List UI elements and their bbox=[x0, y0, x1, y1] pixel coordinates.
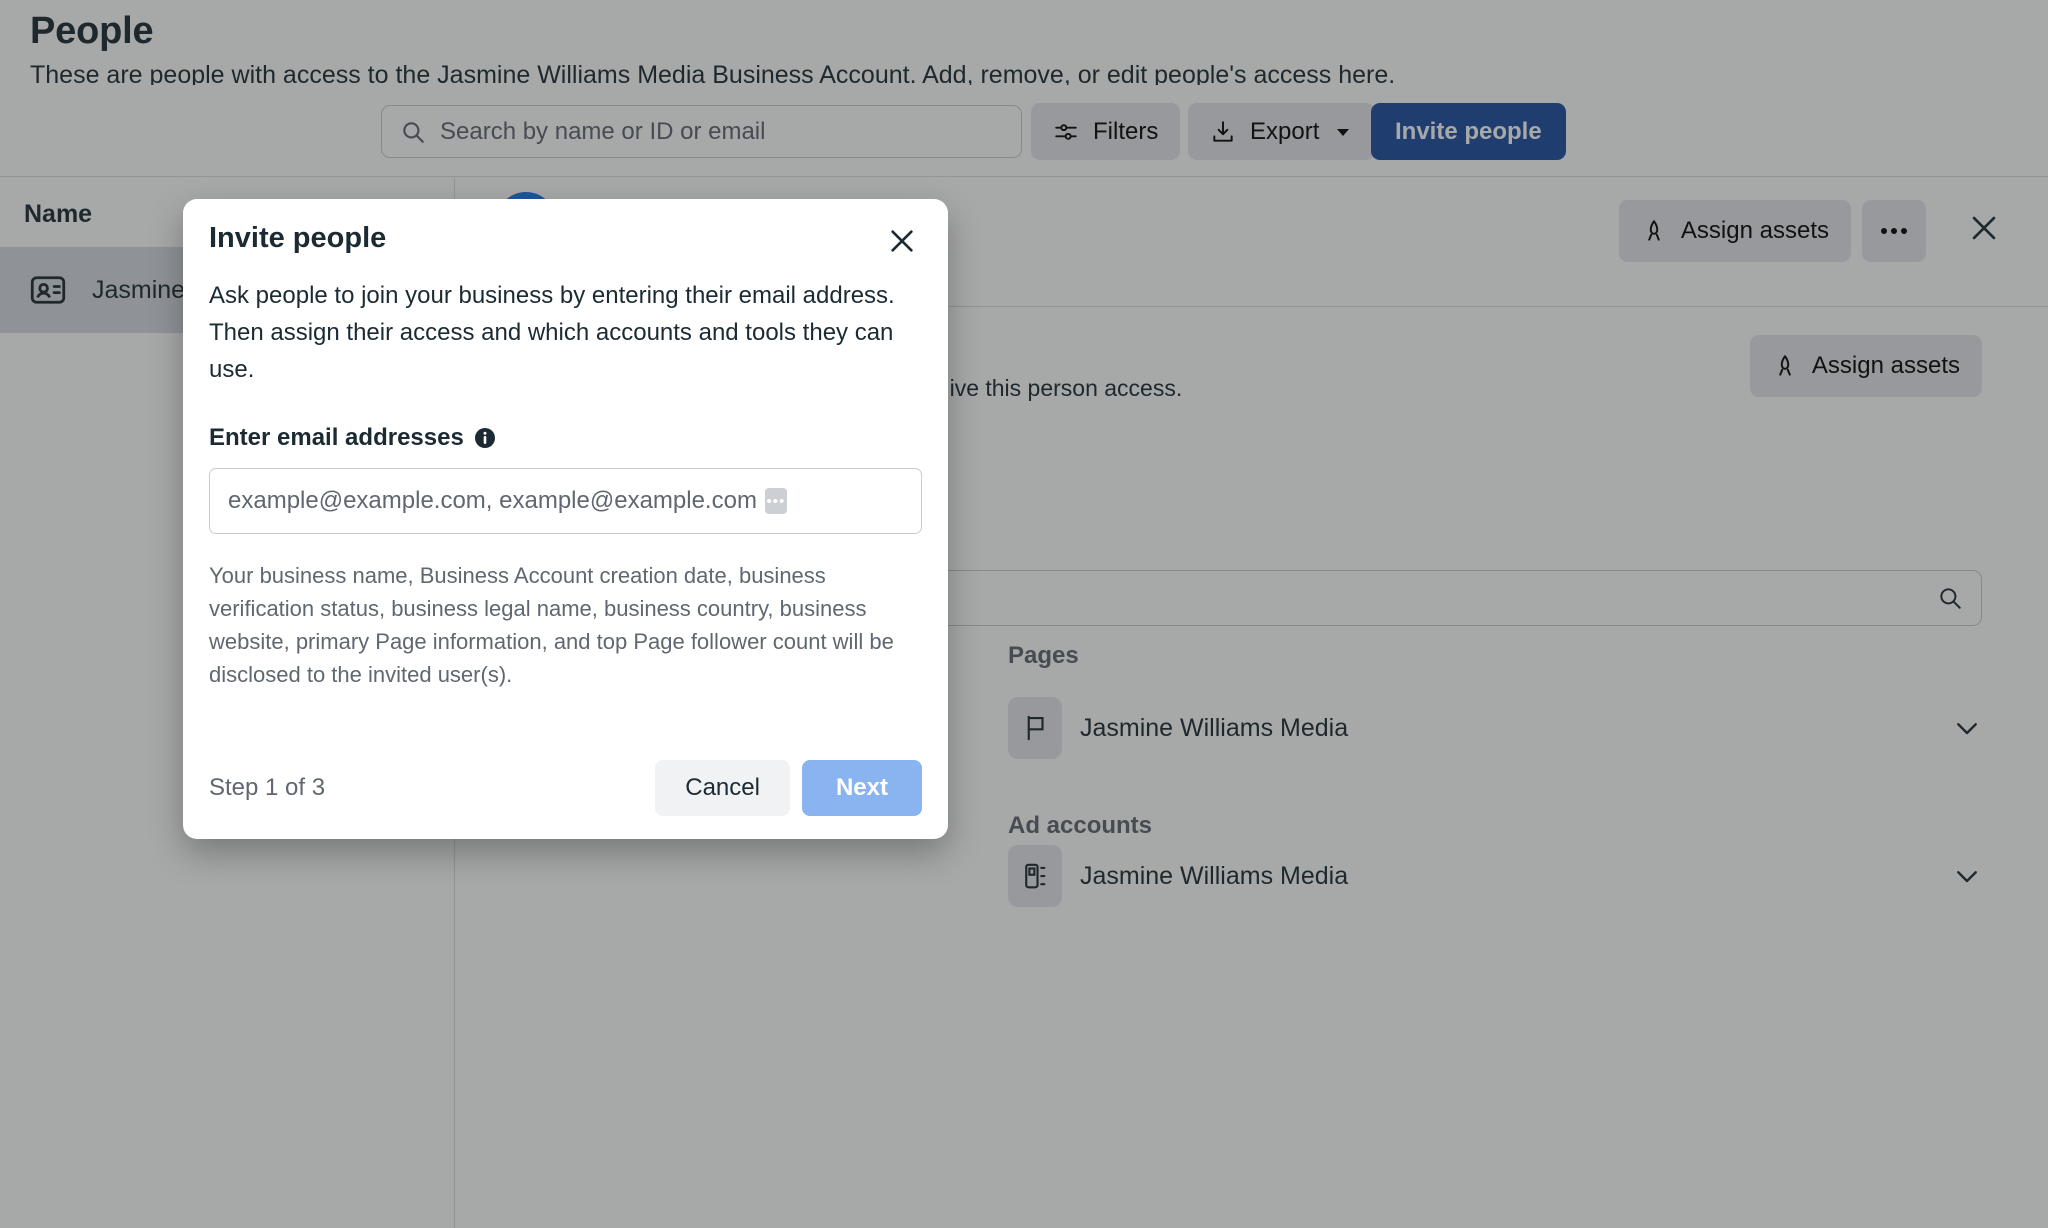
email-field-label: Enter email addresses bbox=[209, 424, 922, 452]
disclosure-text: Your business name, Business Account cre… bbox=[209, 563, 894, 687]
footer-buttons: Cancel Next bbox=[655, 760, 922, 816]
dialog-description: Ask people to join your business by ente… bbox=[209, 282, 895, 383]
email-input[interactable]: example@example.com, example@example.com… bbox=[209, 468, 922, 534]
dialog-header: Invite people bbox=[183, 199, 948, 277]
close-icon bbox=[886, 225, 918, 257]
email-placeholder-text: example@example.com, example@example.com bbox=[228, 487, 757, 514]
dialog-body: Ask people to join your business by ente… bbox=[183, 277, 948, 691]
cancel-button[interactable]: Cancel bbox=[655, 760, 790, 816]
email-field-label-text: Enter email addresses bbox=[209, 424, 464, 451]
dialog-title: Invite people bbox=[209, 221, 387, 254]
invite-people-dialog: Invite people Ask people to join your bu… bbox=[183, 199, 948, 839]
next-button[interactable]: Next bbox=[801, 760, 922, 816]
dialog-close-button[interactable] bbox=[878, 217, 926, 265]
step-indicator: Step 1 of 3 bbox=[209, 774, 326, 801]
dialog-footer: Step 1 of 3 Cancel Next bbox=[183, 737, 948, 839]
ellipsis-chip-icon: ••• bbox=[764, 488, 787, 514]
info-icon[interactable] bbox=[473, 426, 497, 450]
